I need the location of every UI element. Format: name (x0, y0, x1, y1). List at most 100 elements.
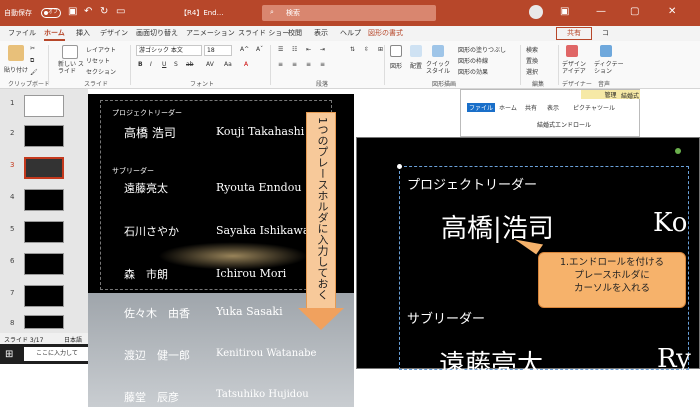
windows-start-icon[interactable]: ⊞ (5, 349, 13, 360)
person-jp: 佐々木 由香 (124, 307, 190, 320)
tab-slideshow[interactable]: スライド ショー (238, 28, 289, 38)
justify-icon[interactable]: ≡ (320, 61, 325, 68)
tab-insert[interactable]: 挿入 (76, 28, 90, 38)
undo-icon[interactable]: ↶ (84, 6, 92, 17)
taskbar-search[interactable]: ここに入力して (24, 347, 88, 361)
strikethrough-icon[interactable]: ab (186, 61, 194, 68)
layout-button[interactable]: レイアウト (86, 45, 116, 54)
arrange-icon[interactable] (410, 45, 422, 57)
redo-icon[interactable]: ↻ (100, 6, 108, 17)
slide-thumbnail[interactable] (24, 189, 64, 211)
align-right-icon[interactable]: ≡ (306, 61, 311, 68)
slide-thumbnail[interactable] (24, 125, 64, 147)
tab-view[interactable]: 表示 (314, 28, 328, 38)
char-spacing-icon[interactable]: AV (206, 61, 214, 68)
callout-line: プレースホルダに (574, 270, 650, 281)
change-case-icon[interactable]: Aa (224, 61, 232, 68)
restore-button[interactable]: ▢ (630, 6, 639, 17)
font-size-select[interactable]: 18 (204, 45, 232, 56)
paragraph-group-label: 段落 (316, 81, 329, 88)
paste-icon[interactable] (8, 45, 24, 61)
decrease-font-icon[interactable]: Aˇ (256, 46, 263, 53)
text-direction-icon[interactable]: ⇅ (350, 46, 355, 53)
slide-thumbnail[interactable] (24, 285, 64, 307)
slide-thumbnail[interactable] (24, 315, 64, 329)
outdent-icon[interactable]: ⇥ (320, 46, 325, 53)
shapes-icon[interactable] (390, 45, 402, 57)
new-slide-icon[interactable] (62, 45, 78, 59)
ribbon-display-icon[interactable]: ▣ (560, 6, 569, 17)
avatar[interactable] (529, 5, 543, 19)
copy-icon[interactable]: ⧉ (30, 57, 34, 65)
find-button[interactable]: 検索 (526, 45, 538, 54)
thumb-number: 1 (10, 99, 15, 107)
rotate-handle[interactable] (675, 148, 681, 154)
taskbar-search-placeholder: ここに入力して (36, 350, 78, 357)
smartart-icon[interactable]: ⊞ (378, 46, 383, 53)
slide-thumbnail-selected[interactable] (24, 157, 64, 179)
tab-design[interactable]: デザイン (100, 28, 128, 38)
thumb-number: 4 (10, 193, 15, 201)
tab-shape-format[interactable]: 図形の書式 (368, 28, 403, 38)
explorer-tab-view[interactable]: 表示 (547, 103, 559, 112)
align-left-icon[interactable]: ≡ (278, 61, 283, 68)
font-color-icon[interactable]: A (244, 61, 248, 68)
shape-outline-button[interactable]: 図形の枠線 (458, 56, 488, 65)
indent-icon[interactable]: ⇤ (306, 46, 311, 53)
microphone-icon[interactable] (600, 45, 612, 57)
italic-icon[interactable]: I (150, 61, 152, 68)
slide-thumbnail[interactable] (24, 253, 64, 275)
explorer-tab-home[interactable]: ホーム (499, 103, 517, 112)
design-ideas-icon[interactable] (566, 45, 578, 57)
explorer-tab-share[interactable]: 共有 (525, 103, 537, 112)
search-box[interactable]: ⌕ 検索 (262, 5, 436, 21)
shapes-label: 図形 (390, 63, 403, 70)
replace-button[interactable]: 置換 (526, 56, 538, 65)
comments-button[interactable]: コ (602, 28, 609, 38)
format-painter-icon[interactable]: 🖌 (30, 69, 38, 76)
callout-line: 1.エンドロールを付ける (559, 257, 665, 268)
align-center-icon[interactable]: ≡ (292, 61, 297, 68)
explorer-window[interactable]: 管理 結婚式 ファイル ホーム 共有 表示 ピクチャツール 結婚式エンドロール (460, 89, 640, 137)
bullets-icon[interactable]: ☰ (278, 46, 283, 53)
minimize-button[interactable]: — (596, 6, 606, 17)
tab-review[interactable]: 校閲 (288, 28, 302, 38)
editing-group-label: 編集 (532, 81, 545, 88)
font-name-select[interactable]: 游ゴシック 本文 (136, 45, 202, 56)
leader-heading: プロジェクトリーダー (112, 109, 182, 117)
bold-icon[interactable]: B (138, 61, 143, 68)
new-slide-label[interactable]: 新しい スライド (58, 61, 84, 75)
align-text-icon[interactable]: ⇳ (364, 46, 369, 53)
numbering-icon[interactable]: ☷ (292, 46, 297, 53)
thumb-number: 5 (10, 225, 15, 233)
slide-thumbnail[interactable] (24, 221, 64, 243)
explorer-tab-file[interactable]: ファイル (467, 103, 496, 112)
shadow-icon[interactable]: S (174, 61, 178, 68)
tab-animations[interactable]: アニメーション (186, 28, 235, 38)
explorer-path: 結婚式エンドロール (537, 122, 592, 129)
section-button[interactable]: セクション (86, 67, 116, 76)
reset-button[interactable]: リセット (86, 56, 110, 65)
shape-fill-button[interactable]: 図形の塗りつぶし (458, 45, 506, 54)
cut-icon[interactable]: ✂ (30, 45, 35, 52)
increase-font-icon[interactable]: A^ (240, 46, 249, 53)
explorer-tab-picture-tools[interactable]: ピクチャツール (573, 103, 615, 112)
close-button[interactable]: ✕ (668, 6, 676, 17)
quick-style-icon[interactable] (432, 45, 444, 57)
tab-home[interactable]: ホーム (44, 28, 65, 41)
shape-effects-button[interactable]: 図形の効果 (458, 67, 488, 76)
share-button[interactable]: 共有 (556, 27, 592, 40)
resize-handle[interactable] (397, 164, 402, 169)
present-icon[interactable]: ▭ (116, 6, 125, 17)
underline-icon[interactable]: U (162, 61, 166, 68)
explorer-title: 結婚式 (621, 93, 640, 100)
select-button[interactable]: 選択 (526, 67, 538, 76)
person-jp: 藤堂 辰彦 (124, 391, 179, 404)
tab-file[interactable]: ファイル (8, 28, 36, 38)
tab-help[interactable]: ヘルプ (340, 28, 361, 38)
vertical-callout: 1つのプレースホルダに入力しておく (306, 112, 336, 312)
tab-transitions[interactable]: 画面切り替え (136, 28, 178, 38)
slide-thumbnail[interactable] (24, 95, 64, 117)
save-icon[interactable]: ▣ (68, 6, 77, 17)
search-placeholder: 検索 (286, 9, 300, 17)
